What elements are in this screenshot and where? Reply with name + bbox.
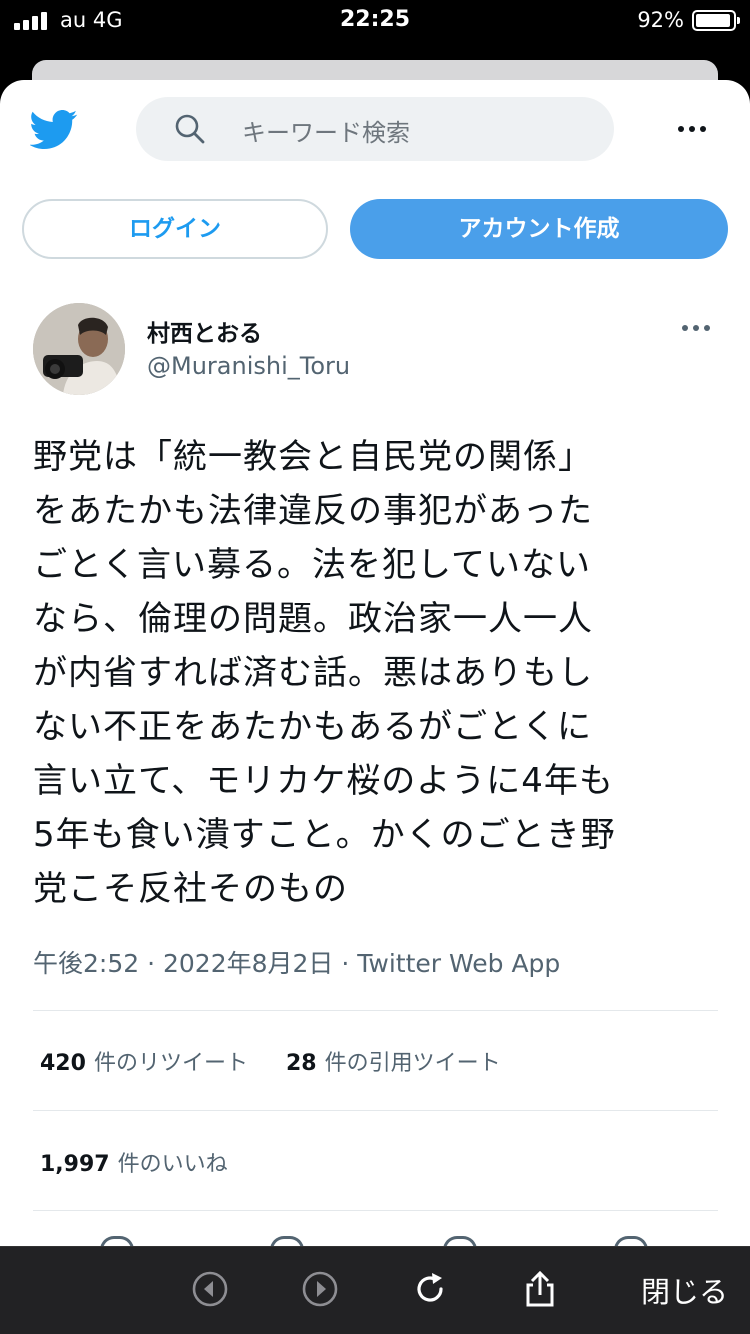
search-icon <box>175 114 205 144</box>
tweet-timestamp[interactable]: 午後2:52 · 2022年8月2日 · Twitter Web App <box>33 944 560 980</box>
likes-stat[interactable]: 1,997 件のいいね <box>40 1146 228 1178</box>
tweet-page: キーワード検索 ログイン アカウント作成 村西とおる @Muranishi_To… <box>0 80 750 1334</box>
signup-button[interactable]: アカウント作成 <box>350 199 728 259</box>
quotes-count: 28 <box>285 1051 317 1076</box>
tweet-more-button[interactable] <box>682 318 716 338</box>
search-input[interactable]: キーワード検索 <box>136 97 614 161</box>
battery-icon <box>692 10 740 31</box>
close-button[interactable]: 閉じる <box>641 1269 728 1311</box>
top-bar: キーワード検索 <box>0 80 750 180</box>
retweets-stat[interactable]: 420 件のリツイート <box>40 1045 248 1077</box>
search-placeholder: キーワード検索 <box>242 119 410 147</box>
more-horizontal-icon <box>678 116 712 142</box>
divider <box>33 1010 718 1011</box>
login-button[interactable]: ログイン <box>22 199 328 259</box>
divider <box>33 1110 718 1111</box>
status-bar: au 4G 22:25 92% <box>0 0 750 42</box>
browser-toolbar: 閉じる <box>0 1246 750 1334</box>
back-arrow-icon[interactable] <box>190 1269 230 1309</box>
engagement-stats: 420 件のリツイート 28 件の引用ツイート <box>40 1045 501 1077</box>
reload-icon[interactable] <box>410 1269 450 1309</box>
battery-percent: 92% <box>637 8 684 32</box>
twitter-bird-icon[interactable] <box>30 110 78 150</box>
likes-count: 1,997 <box>40 1152 110 1177</box>
retweets-count: 420 <box>40 1051 86 1076</box>
divider <box>33 1210 718 1211</box>
likes-label: 件のいいね <box>117 1152 228 1177</box>
quotes-stat[interactable]: 28 件の引用ツイート <box>286 1045 501 1077</box>
quotes-label: 件の引用ツイート <box>324 1051 501 1076</box>
retweets-label: 件のリツイート <box>93 1051 248 1076</box>
author-handle[interactable]: @Muranishi_Toru <box>147 352 350 380</box>
more-horizontal-icon <box>682 318 716 338</box>
more-options-button[interactable] <box>678 116 712 142</box>
author-name[interactable]: 村西とおる <box>147 314 262 348</box>
avatar[interactable] <box>33 303 125 395</box>
forward-arrow-icon[interactable] <box>300 1269 340 1309</box>
share-icon[interactable] <box>520 1269 560 1309</box>
tweet-text: 野党は「統一教会と自民党の関係」 をあたかも法律違反の事犯があった ごとく言い募… <box>33 437 616 909</box>
